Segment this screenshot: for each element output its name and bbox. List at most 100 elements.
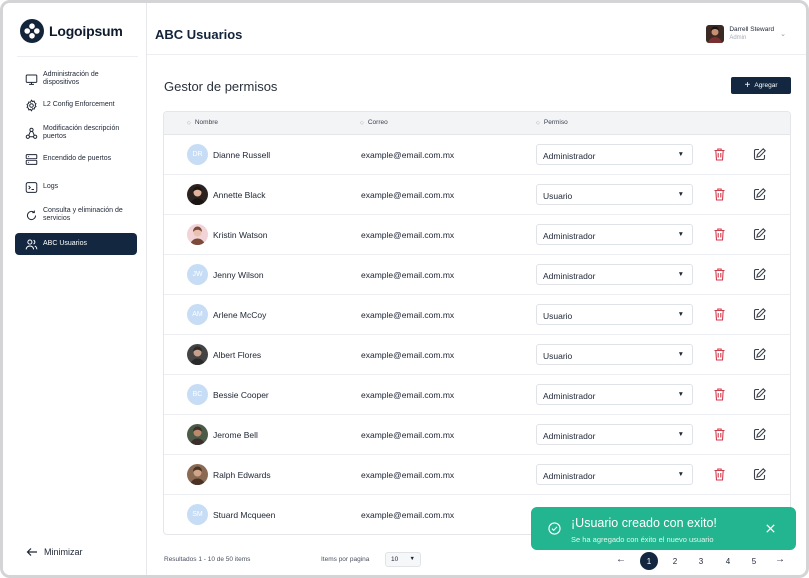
trash-icon[interactable]	[713, 267, 726, 282]
email-cell: example@email.com.mx	[361, 470, 455, 480]
sidebar-item-l2-config[interactable]: L2 Config Enforcement	[15, 97, 137, 113]
column-header-nombre[interactable]: ◇ Nombre	[187, 119, 218, 126]
caret-down-icon: ▼	[677, 231, 684, 238]
sidebar-item-label: Modificación descripción puertos	[43, 124, 120, 141]
permission-value: Administrador	[543, 271, 596, 281]
avatar-initials: JW	[192, 271, 203, 278]
page-button[interactable]: 1	[640, 552, 658, 570]
avatar	[706, 25, 725, 43]
user-name-cell: Jerome Bell	[213, 430, 258, 440]
user-name-cell: Ralph Edwards	[213, 470, 271, 480]
table-row: Kristin Watson example@email.com.mx Admin…	[164, 215, 790, 255]
column-header-permiso[interactable]: ◇ Permiso	[536, 119, 568, 126]
user-name-cell: Annette Black	[213, 190, 266, 200]
user-name-cell: Dianne Russell	[213, 150, 271, 160]
email-cell: example@email.com.mx	[361, 230, 455, 240]
sidebar-item-label: Encendido de puertos	[43, 154, 112, 162]
server-icon	[25, 153, 38, 165]
column-label: Nombre	[194, 119, 218, 126]
user-name-cell: Stuard Mcqueen	[213, 510, 276, 520]
user-name-cell: Albert Flores	[213, 350, 262, 360]
sort-icon: ◇	[360, 119, 364, 126]
items-per-page-label: Items por pagina	[321, 556, 370, 563]
email-cell: example@email.com.mx	[361, 390, 455, 400]
prev-page-arrow-icon[interactable]: ←	[616, 554, 626, 566]
trash-icon[interactable]	[713, 467, 726, 482]
sidebar-item-label: Administración de dispositivos	[43, 70, 99, 87]
edit-icon[interactable]	[752, 347, 767, 362]
permission-select[interactable]: Administrador ▼	[536, 264, 693, 285]
trash-icon[interactable]	[713, 227, 726, 242]
trash-icon[interactable]	[713, 347, 726, 362]
logo-text: Logoipsum	[49, 23, 123, 39]
close-icon[interactable]	[764, 522, 777, 535]
sidebar-item-modificacion[interactable]: Modificación descripción puertos	[15, 121, 137, 145]
logo[interactable]: Logoipsum	[20, 19, 123, 43]
edit-icon[interactable]	[752, 467, 767, 482]
caret-down-icon: ▼	[677, 271, 684, 278]
permission-select[interactable]: Usuario ▼	[536, 344, 693, 365]
page-button[interactable]: 4	[719, 552, 737, 570]
permission-select[interactable]: Administrador ▼	[536, 384, 693, 405]
add-button[interactable]: + Agregar	[731, 77, 791, 94]
edit-icon[interactable]	[752, 427, 767, 442]
table-row: BC Bessie Cooper example@email.com.mx Admi…	[164, 375, 790, 415]
sidebar-item-logs[interactable]: Logs	[15, 179, 137, 195]
table-row: Ralph Edwards example@email.com.mx Admini…	[164, 455, 790, 495]
user-name-cell: Arlene McCoy	[213, 310, 267, 320]
user-name-cell: Jenny Wilson	[213, 270, 264, 280]
sidebar-item-administracion[interactable]: Administración de dispositivos	[15, 67, 137, 91]
trash-icon[interactable]	[713, 147, 726, 162]
avatar: SM	[187, 504, 208, 525]
permission-select[interactable]: Administrador ▼	[536, 224, 693, 245]
user-role: Admin	[729, 35, 747, 41]
page-button[interactable]: 3	[692, 552, 710, 570]
edit-icon[interactable]	[752, 147, 767, 162]
trash-icon[interactable]	[713, 427, 726, 442]
trash-icon[interactable]	[713, 387, 726, 402]
edit-icon[interactable]	[752, 387, 767, 402]
sidebar-item-encendido[interactable]: Encendido de puertos	[15, 151, 137, 167]
email-cell: example@email.com.mx	[361, 190, 455, 200]
avatar-initials: BC	[192, 391, 203, 398]
email-cell: example@email.com.mx	[361, 430, 455, 440]
items-per-page-value: 10	[391, 556, 399, 563]
edit-icon[interactable]	[752, 307, 767, 322]
trash-icon[interactable]	[713, 307, 726, 322]
sort-icon: ◇	[536, 119, 540, 126]
section-title: Gestor de permisos	[164, 79, 278, 94]
permission-select[interactable]: Usuario ▼	[536, 304, 693, 325]
edit-icon[interactable]	[752, 227, 767, 242]
avatar	[187, 424, 208, 445]
edit-icon[interactable]	[752, 267, 767, 282]
caret-down-icon: ▼	[677, 351, 684, 358]
permission-select[interactable]: Usuario ▼	[536, 184, 693, 205]
permissions-table: ◇ Nombre ◇ Correo ◇ Permiso DR Dianne Rus…	[163, 111, 791, 535]
permission-select[interactable]: Administrador ▼	[536, 144, 693, 165]
page-button[interactable]: 2	[666, 552, 684, 570]
avatar	[187, 184, 208, 205]
table-header: ◇ Nombre ◇ Correo ◇ Permiso	[164, 112, 790, 135]
column-header-correo[interactable]: ◇ Correo	[360, 119, 388, 126]
permission-value: Usuario	[543, 351, 573, 361]
plus-icon: +	[744, 79, 751, 91]
settings-icon	[26, 98, 37, 112]
permission-select[interactable]: Administrador ▼	[536, 424, 693, 445]
items-per-page-select[interactable]: 10 ▼	[385, 552, 421, 567]
logo-icon	[20, 19, 44, 43]
next-page-arrow-icon[interactable]: →	[775, 554, 785, 566]
page-button[interactable]: 5	[745, 552, 763, 570]
add-button-label: Agregar	[754, 82, 778, 89]
edit-icon[interactable]	[752, 187, 767, 202]
sort-icon: ◇	[187, 119, 191, 126]
user-menu[interactable]: Darrell Steward Admin ⌄	[706, 25, 786, 43]
sidebar-item-consulta[interactable]: Consulta y eliminación de servicios	[15, 203, 137, 227]
permission-select[interactable]: Administrador ▼	[536, 464, 693, 485]
users-icon	[25, 239, 38, 249]
sidebar-item-label: ABC Usuarios	[43, 239, 87, 247]
trash-icon[interactable]	[713, 187, 726, 202]
minimize-button[interactable]: Minimizar	[26, 547, 83, 557]
sidebar-item-abc-usuarios[interactable]: ABC Usuarios	[15, 233, 137, 255]
column-label: Permiso	[543, 119, 568, 126]
table-row: DR Dianne Russell example@email.com.mx Adm…	[164, 135, 790, 175]
